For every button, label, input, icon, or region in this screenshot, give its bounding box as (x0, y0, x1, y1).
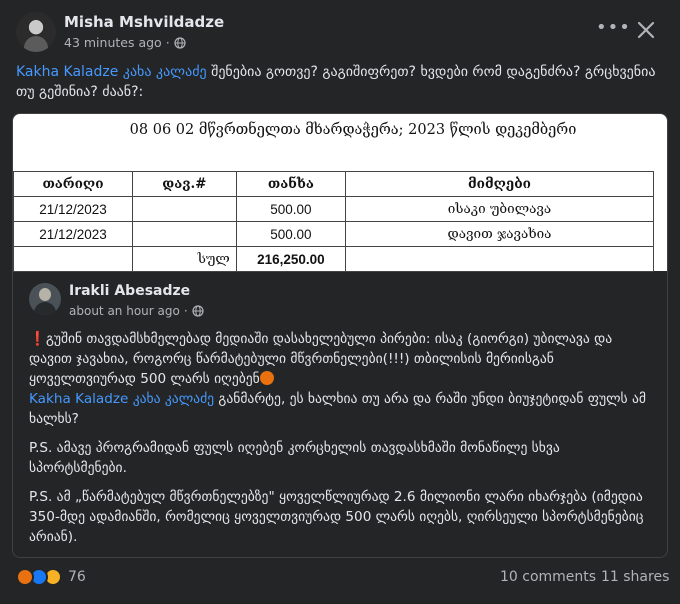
column-header: დავ.# (131, 171, 237, 197)
globe-icon (174, 36, 186, 49)
angry-reaction-icon (16, 568, 34, 586)
shares-link[interactable]: 11 shares (601, 569, 669, 585)
separator-dot: · (183, 304, 188, 318)
document-title: 08 06 02 მწვრთნელთა მხარდაჭერა; 2023 წლი… (129, 122, 577, 138)
reactions-summary[interactable]: 76 (16, 568, 86, 586)
shared-post: Irakli Abesadze about an hour ago · ❗გუშ… (13, 272, 667, 557)
shared-post-card[interactable]: 08 06 02 მწვრთნელთა მხარდაჭერა; 2023 წლი… (12, 113, 668, 558)
angry-emoji-icon (259, 371, 274, 385)
author-avatar[interactable] (16, 12, 56, 52)
mention-link[interactable]: Kakha Kaladze კახა კალაძე (16, 64, 207, 80)
exclamation-icon: ❗ (29, 331, 46, 347)
table-header-row: თარიღი დავ.# თანხა მიმღები (13, 171, 667, 197)
author-name[interactable]: Misha Mshvildadze (64, 13, 224, 31)
table-row: 21/12/2023 500.00 ისაკი უბილავა (13, 196, 667, 222)
post-meta: 43 minutes ago · (64, 35, 186, 50)
total-value: 216,250.00 (235, 246, 347, 272)
payment-table: თარიღი დავ.# თანხა მიმღები 21/12/2023 50… (13, 171, 667, 272)
comments-link[interactable]: 10 comments (500, 569, 596, 585)
column-header: თანხა (235, 171, 347, 197)
mention-link[interactable]: Kakha Kaladze კახა კალაძე (29, 391, 214, 407)
table-cell: 500.00 (235, 221, 347, 247)
shared-post-meta: about an hour ago · (69, 304, 204, 318)
shared-text: გუშინ თავდამსხმელებად მედიაში დასახელებუ… (29, 331, 613, 387)
shared-paragraph: P.S. ამ „წარმატებულ მწვრთნელებზე" ყოველწ… (29, 489, 644, 545)
shared-post-text: ❗გუშინ თავდამსხმელებად მედიაში დასახელებ… (29, 329, 659, 556)
shared-author-name[interactable]: Irakli Abesadze (69, 283, 190, 299)
table-cell: დავით ჯავახია (345, 221, 654, 247)
shared-paragraph: ❗გუშინ თავდამსხმელებად მედიაში დასახელებ… (29, 329, 659, 429)
table-total-row: სულ 216,250.00 (13, 246, 667, 272)
total-label: სულ (131, 246, 237, 272)
table-cell: 21/12/2023 (13, 221, 133, 247)
post-text: Kakha Kaladze კახა კალაძე შენებია გოთვე?… (16, 62, 656, 102)
shared-author-avatar[interactable] (29, 283, 61, 315)
shared-paragraph: P.S. ამავე პროგრამიდან ფულს იღებენ კორცხ… (29, 440, 560, 476)
table-cell (131, 196, 237, 222)
shared-post-time[interactable]: about an hour ago (69, 304, 180, 318)
post-time[interactable]: 43 minutes ago (64, 35, 162, 50)
column-header: მიმღები (345, 171, 654, 197)
table-cell: 21/12/2023 (13, 196, 133, 222)
close-icon[interactable] (632, 16, 660, 44)
separator-dot: · (165, 35, 170, 50)
column-header: თარიღი (13, 171, 133, 197)
more-icon[interactable]: ••• (596, 18, 630, 42)
document-image[interactable]: 08 06 02 მწვრთნელთა მხარდაჭერა; 2023 წლი… (13, 114, 667, 272)
facebook-post: Misha Mshvildadze 43 minutes ago · ••• K… (0, 0, 680, 604)
reaction-count: 76 (68, 569, 86, 585)
table-cell (131, 221, 237, 247)
table-cell: 500.00 (235, 196, 347, 222)
table-cell: ისაკი უბილავა (345, 196, 654, 222)
globe-icon (192, 305, 204, 317)
table-row: 21/12/2023 500.00 დავით ჯავახია (13, 221, 667, 247)
